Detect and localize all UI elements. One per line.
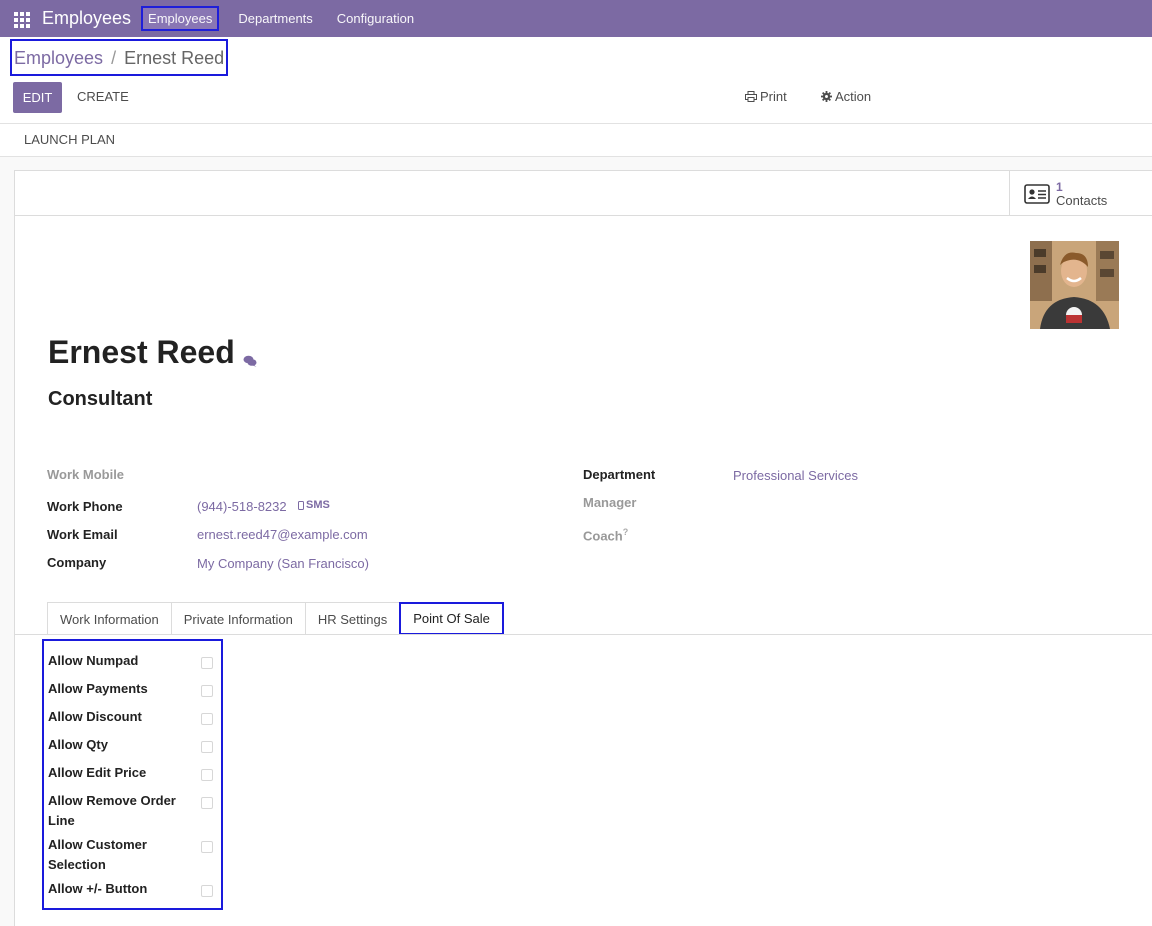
employee-avatar[interactable] bbox=[1030, 241, 1119, 329]
allow-plus-minus-button-checkbox[interactable] bbox=[201, 885, 213, 897]
allow-payments-checkbox[interactable] bbox=[201, 685, 213, 697]
allow-edit-price-label: Allow Edit Price bbox=[48, 765, 147, 780]
print-label: Print bbox=[760, 89, 787, 104]
apps-grid-icon[interactable] bbox=[14, 11, 30, 28]
job-title: Consultant bbox=[48, 388, 153, 410]
action-button[interactable]: Action bbox=[821, 89, 871, 104]
allow-customer-selection-checkbox[interactable] bbox=[201, 841, 213, 853]
allow-numpad-checkbox[interactable] bbox=[201, 657, 213, 669]
top-navbar: Employees Employees Departments Configur… bbox=[0, 0, 1152, 37]
sms-label: SMS bbox=[306, 499, 330, 511]
tab-work-information[interactable]: Work Information bbox=[47, 602, 172, 635]
menu-configuration[interactable]: Configuration bbox=[332, 8, 419, 29]
department-label: Department bbox=[583, 467, 656, 482]
allow-edit-price-checkbox[interactable] bbox=[201, 769, 213, 781]
coach-label: Coach? bbox=[583, 527, 628, 543]
sms-button[interactable]: SMS bbox=[298, 499, 330, 511]
allow-qty-label: Allow Qty bbox=[48, 737, 108, 752]
print-button[interactable]: Print bbox=[745, 89, 787, 104]
control-panel: Employees / Ernest Reed EDIT CREATE Prin… bbox=[0, 37, 1152, 157]
allow-qty-checkbox[interactable] bbox=[201, 741, 213, 753]
tab-private-information[interactable]: Private Information bbox=[170, 602, 306, 635]
edit-button[interactable]: EDIT bbox=[13, 82, 62, 113]
contacts-smart-button[interactable]: 1 Contacts bbox=[1009, 171, 1152, 216]
breadcrumb-parent[interactable]: Employees bbox=[14, 48, 103, 68]
contacts-count: 1 bbox=[1056, 179, 1063, 194]
gear-icon bbox=[821, 91, 832, 102]
allow-remove-order-line-checkbox[interactable] bbox=[201, 797, 213, 809]
allow-numpad-label: Allow Numpad bbox=[48, 653, 139, 668]
pos-settings-group: Allow Numpad Allow Payments Allow Discou… bbox=[42, 639, 223, 910]
work-mobile-label: Work Mobile bbox=[47, 467, 125, 482]
employee-name-text: Ernest Reed bbox=[48, 334, 235, 370]
menu-employees[interactable]: Employees bbox=[141, 6, 220, 31]
id-card-icon bbox=[1024, 183, 1050, 204]
control-divider bbox=[0, 123, 1152, 124]
employee-photo bbox=[1030, 241, 1119, 329]
allow-plus-minus-button-label: Allow +/- Button bbox=[48, 881, 148, 896]
contacts-label: Contacts bbox=[1056, 192, 1108, 208]
mobile-icon bbox=[298, 500, 304, 510]
allow-customer-selection-label: Allow Customer Selection bbox=[48, 837, 147, 872]
print-icon bbox=[745, 91, 757, 102]
work-email-label: Work Email bbox=[47, 527, 118, 542]
form-tabs: Work Information Private Information HR … bbox=[47, 602, 504, 635]
tabs-divider bbox=[15, 634, 1152, 635]
allow-remove-order-line-label: Allow Remove Order Line bbox=[48, 793, 176, 828]
action-label: Action bbox=[835, 89, 872, 104]
breadcrumb: Employees / Ernest Reed bbox=[10, 39, 229, 76]
chat-icon[interactable] bbox=[243, 355, 257, 367]
department-value[interactable]: Professional Services bbox=[733, 468, 858, 483]
allow-payments-label: Allow Payments bbox=[48, 681, 148, 696]
manager-label: Manager bbox=[583, 495, 637, 510]
breadcrumb-separator: / bbox=[111, 48, 117, 68]
company-label: Company bbox=[47, 555, 107, 570]
smart-button-box: 1 Contacts bbox=[15, 171, 1152, 216]
work-phone-label: Work Phone bbox=[47, 499, 123, 514]
tab-hr-settings[interactable]: HR Settings bbox=[304, 602, 401, 635]
employee-name: Ernest Reed bbox=[48, 334, 257, 371]
help-icon[interactable]: ? bbox=[623, 527, 629, 537]
breadcrumb-current: Ernest Reed bbox=[124, 48, 225, 68]
create-button[interactable]: CREATE bbox=[77, 89, 129, 104]
coach-label-text: Coach bbox=[583, 528, 623, 544]
launch-plan-button[interactable]: LAUNCH PLAN bbox=[24, 132, 115, 147]
allow-discount-label: Allow Discount bbox=[48, 709, 142, 724]
company-value[interactable]: My Company (San Francisco) bbox=[197, 556, 369, 571]
work-phone-value[interactable]: (944)-518-8232 bbox=[197, 499, 287, 514]
allow-discount-checkbox[interactable] bbox=[201, 713, 213, 725]
menu-departments[interactable]: Departments bbox=[233, 8, 317, 29]
employee-form-sheet: 1 Contacts Ernest Reed Consultant Work M… bbox=[14, 170, 1152, 926]
app-title[interactable]: Employees bbox=[42, 8, 131, 29]
work-email-value[interactable]: ernest.reed47@example.com bbox=[197, 527, 368, 542]
tab-point-of-sale[interactable]: Point Of Sale bbox=[399, 602, 504, 635]
